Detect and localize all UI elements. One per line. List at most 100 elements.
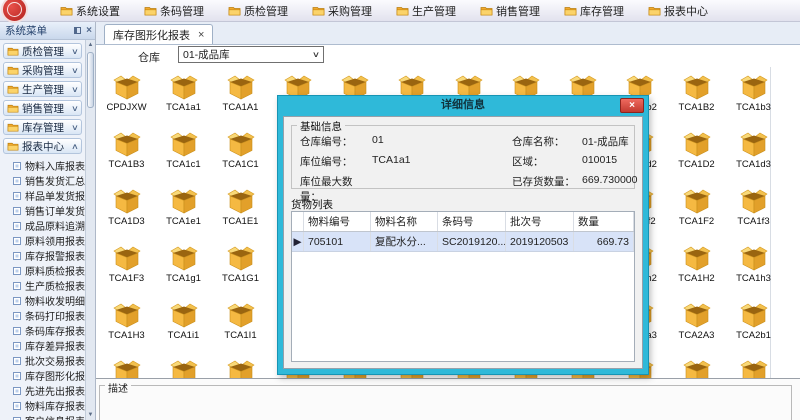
menu-item-label: 报表中心 [664, 3, 708, 19]
menu-item[interactable]: 生产管理 [396, 0, 456, 22]
bin-cell[interactable] [668, 359, 725, 378]
open-box-icon [225, 303, 257, 328]
sidebar-group-header[interactable]: 质检管理 ∨ [3, 43, 82, 59]
bin-cell[interactable]: TCA1E1 [212, 188, 269, 245]
bin-cell[interactable] [155, 359, 212, 378]
menu-item[interactable]: 条码管理 [144, 0, 204, 22]
bin-cell[interactable]: CPDJXW [98, 74, 155, 131]
bin-cell[interactable]: TCA1H2 [668, 245, 725, 302]
bin-label: TCA1h3 [736, 273, 771, 284]
goods-table-header: 物料编号 物料名称 条码号 批次号 数量 [292, 212, 634, 232]
bin-cell[interactable]: TCA1d3 [725, 131, 782, 188]
col-material-no[interactable]: 物料编号 [304, 212, 371, 231]
sidebar-group-header[interactable]: 销售管理 ∨ [3, 100, 82, 116]
tab-close-icon[interactable]: × [198, 29, 204, 41]
scrollbar-thumb[interactable] [87, 52, 94, 108]
bin-label: TCA1g1 [166, 273, 201, 284]
report-icon [13, 207, 21, 215]
bin-cell[interactable]: TCA1D3 [98, 188, 155, 245]
sidebar-group-header[interactable]: 报表中心 ∧ [3, 138, 82, 154]
sidebar-group-header[interactable]: 采购管理 ∨ [3, 62, 82, 78]
sidebar-report-item[interactable]: 库存差异报表 [0, 338, 85, 353]
sidebar-report-item[interactable]: 物料收发明细... [0, 293, 85, 308]
bin-cell[interactable]: TCA1F3 [98, 245, 155, 302]
scroll-up-icon[interactable]: ▲ [86, 42, 95, 48]
bin-cell[interactable]: TCA1g1 [155, 245, 212, 302]
bin-cell[interactable] [212, 359, 269, 378]
bin-cell[interactable]: TCA1b3 [725, 74, 782, 131]
sidebar-scrollbar[interactable]: ▲ ▼ [85, 40, 95, 420]
menu-item[interactable]: 库存管理 [564, 0, 624, 22]
bin-cell[interactable]: TCA1B2 [668, 74, 725, 131]
sidebar-report-item[interactable]: 批次交易报表 [0, 353, 85, 368]
sidebar-report-item[interactable]: 条码库存报表 [0, 323, 85, 338]
menu-item[interactable]: 质检管理 [228, 0, 288, 22]
sidebar-close-icon[interactable]: × [86, 26, 92, 36]
bin-cell[interactable]: TCA1H3 [98, 302, 155, 359]
bin-cell[interactable]: TCA1I1 [212, 302, 269, 359]
field-value: TCA1a1 [372, 154, 512, 169]
bin-cell[interactable]: TCA2A3 [668, 302, 725, 359]
sidebar-report-item[interactable]: 生产质检报表 [0, 278, 85, 293]
sidebar-report-item[interactable]: 先进先出报表 [0, 383, 85, 398]
col-quantity[interactable]: 数量 [574, 212, 634, 231]
bin-cell[interactable]: TCA1e1 [155, 188, 212, 245]
open-box-icon [225, 132, 257, 157]
description-label: 描述 [105, 380, 131, 395]
bin-cell[interactable]: TCA1B3 [98, 131, 155, 188]
sidebar-report-item[interactable]: 销售发货汇总... [0, 173, 85, 188]
cell-quantity: 669.73 [574, 232, 634, 251]
sidebar-report-item[interactable]: 原料质检报表 [0, 263, 85, 278]
warehouse-select[interactable]: 01-成品库 ∨ [178, 46, 324, 63]
sidebar-report-item[interactable]: 库存图形化报表 [0, 368, 85, 383]
sidebar-report-item[interactable]: 样品单发货报表 [0, 188, 85, 203]
menu-item[interactable]: 采购管理 [312, 0, 372, 22]
chevron-icon: ∨ [71, 104, 79, 113]
menu-item-label: 条码管理 [160, 3, 204, 19]
bin-cell[interactable]: TCA1i1 [155, 302, 212, 359]
col-barcode[interactable]: 条码号 [438, 212, 506, 231]
sidebar-report-item[interactable]: 成品原料追溯... [0, 218, 85, 233]
bin-cell[interactable] [725, 359, 782, 378]
bin-cell[interactable]: TCA1c1 [155, 131, 212, 188]
open-box-icon [111, 132, 143, 157]
col-batch-no[interactable]: 批次号 [506, 212, 574, 231]
bin-cell[interactable]: TCA1A1 [212, 74, 269, 131]
sidebar-report-item[interactable]: 原料领用报表 [0, 233, 85, 248]
sidebar-group-label: 生产管理 [22, 82, 64, 97]
sidebar-report-item[interactable]: 物料入库报表 [0, 158, 85, 173]
sidebar-report-label: 条码打印报表 [25, 308, 85, 323]
bin-cell[interactable]: TCA1a1 [155, 74, 212, 131]
bin-label: TCA1D3 [108, 216, 144, 227]
bin-cell[interactable]: TCA1h3 [725, 245, 782, 302]
bin-cell[interactable]: TCA2b1 [725, 302, 782, 359]
report-icon [13, 177, 21, 185]
chevron-icon: ∨ [71, 123, 79, 132]
sidebar-report-item[interactable]: 客户信息报表 [0, 413, 85, 420]
sidebar-group-header[interactable]: 生产管理 ∨ [3, 81, 82, 97]
report-icon [13, 417, 21, 420]
col-material-name[interactable]: 物料名称 [371, 212, 438, 231]
dialog-close-button[interactable]: × [620, 98, 644, 113]
bin-cell[interactable]: TCA1G1 [212, 245, 269, 302]
open-box-icon [738, 246, 770, 271]
sidebar-report-item[interactable]: 库存报警报表 [0, 248, 85, 263]
sidebar-report-item[interactable]: 条码打印报表 [0, 308, 85, 323]
bin-cell[interactable]: TCA1f3 [725, 188, 782, 245]
goods-table-row[interactable]: ▶ 705101 复配水分... SC2019120... 2019120503… [292, 232, 634, 252]
bin-cell[interactable] [98, 359, 155, 378]
folder-icon [144, 5, 157, 16]
pin-icon[interactable] [74, 27, 81, 34]
menu-item[interactable]: 销售管理 [480, 0, 540, 22]
bin-cell[interactable]: TCA1F2 [668, 188, 725, 245]
bin-cell[interactable]: TCA1D2 [668, 131, 725, 188]
folder-icon [228, 5, 241, 16]
sidebar-report-item[interactable]: 销售订单发货... [0, 203, 85, 218]
scroll-down-icon[interactable]: ▼ [86, 412, 95, 418]
sidebar-report-item[interactable]: 物料库存报表 [0, 398, 85, 413]
bin-cell[interactable]: TCA1C1 [212, 131, 269, 188]
sidebar-group-header[interactable]: 库存管理 ∨ [3, 119, 82, 135]
menu-item[interactable]: 报表中心 [648, 0, 708, 22]
tab-inventory-graphic-report[interactable]: 库存图形化报表 × [104, 24, 213, 44]
menu-item[interactable]: 系统设置 [60, 0, 120, 22]
